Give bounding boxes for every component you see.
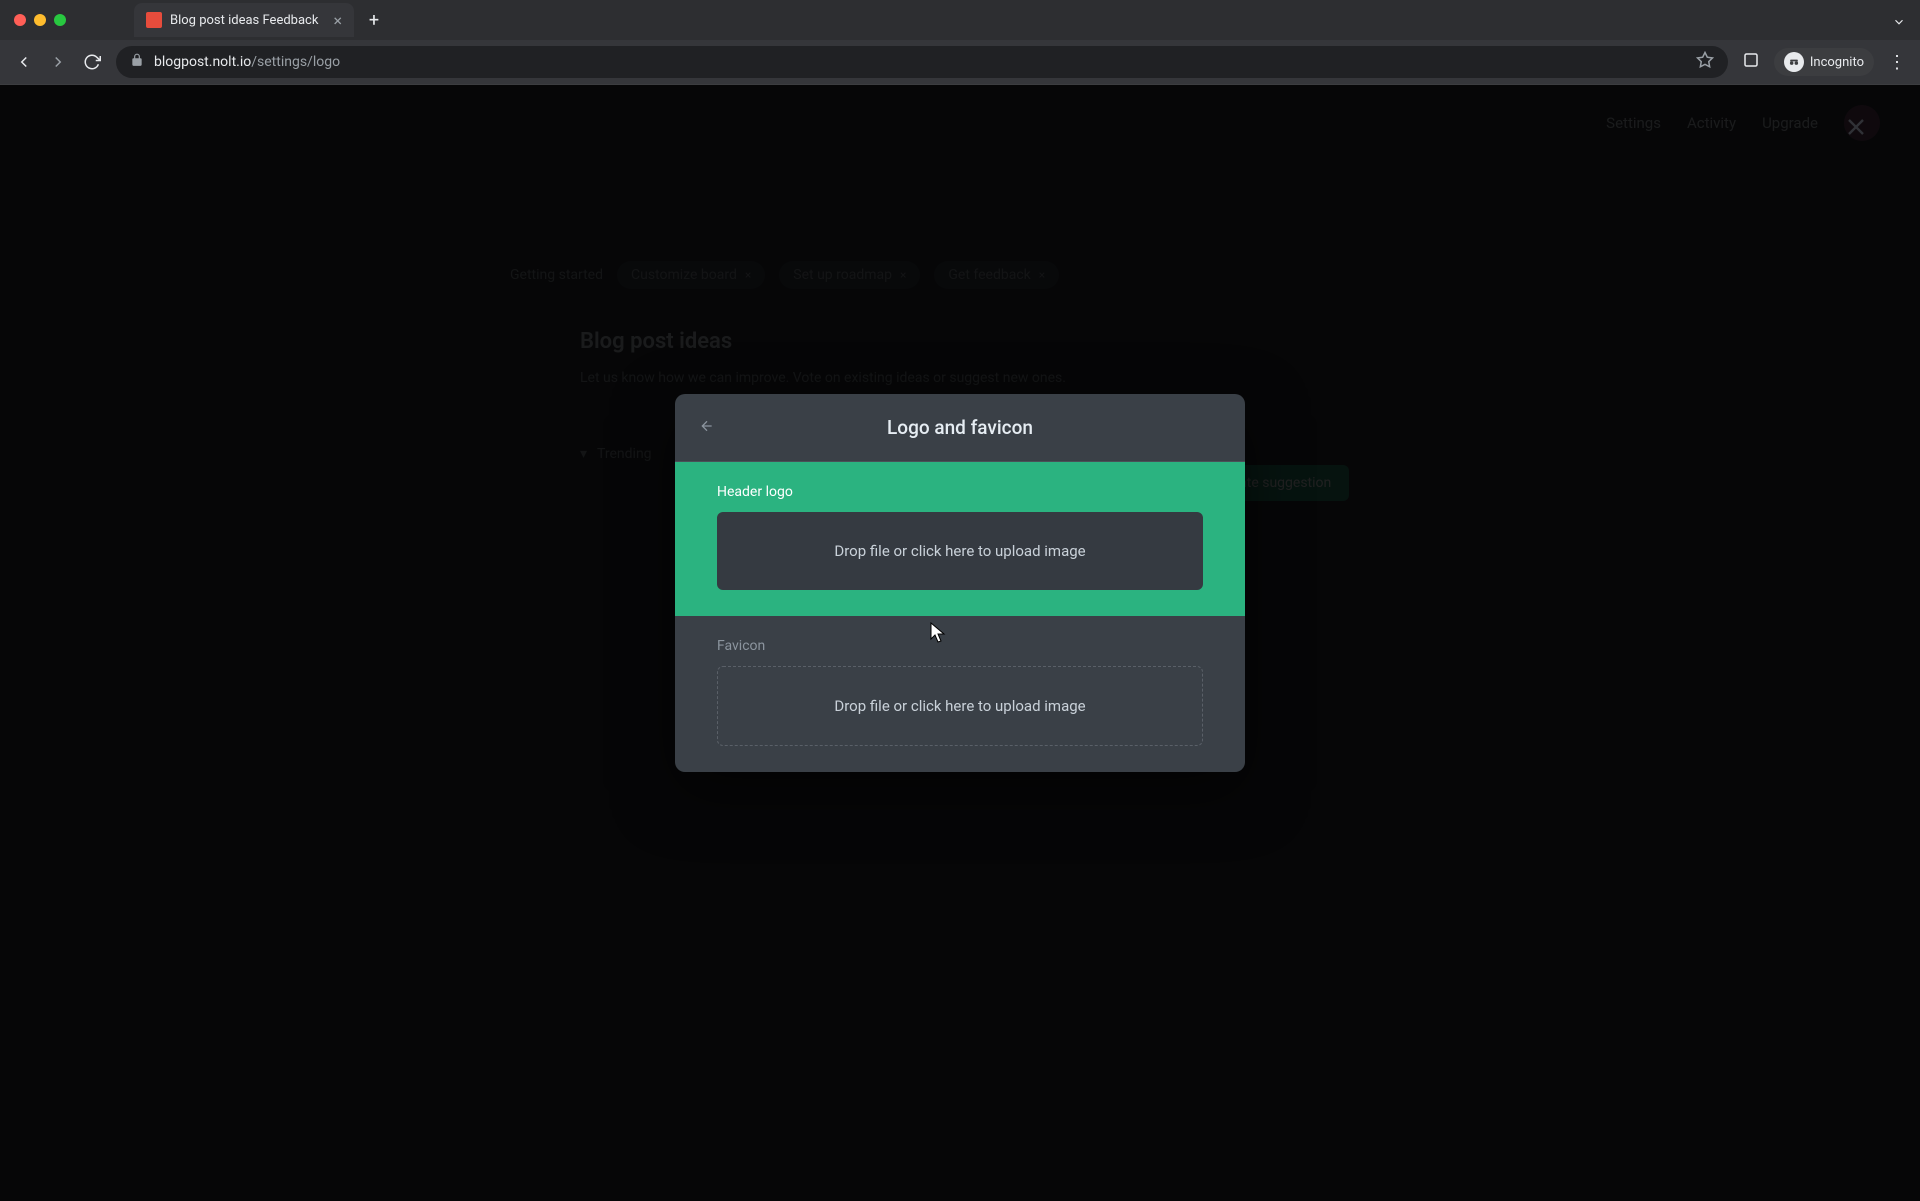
window-minimize-button[interactable] bbox=[34, 14, 46, 26]
lock-icon bbox=[130, 53, 144, 71]
modal-title: Logo and favicon bbox=[699, 416, 1221, 439]
forward-button[interactable] bbox=[48, 52, 68, 72]
toolbar-right: Incognito ⋮ bbox=[1742, 48, 1906, 76]
modal-overlay[interactable]: Logo and favicon Header logo Drop file o… bbox=[0, 85, 1920, 1201]
incognito-badge[interactable]: Incognito bbox=[1774, 48, 1874, 76]
url-path: /settings/logo bbox=[251, 54, 340, 70]
back-button[interactable] bbox=[14, 52, 34, 72]
tab-favicon-icon bbox=[146, 12, 162, 28]
app-viewport: Settings Activity Upgrade Getting starte… bbox=[0, 85, 1920, 1201]
favicon-label: Favicon bbox=[717, 638, 1203, 654]
favicon-section: Favicon Drop file or click here to uploa… bbox=[675, 616, 1245, 772]
browser-toolbar: blogpost.nolt.io/settings/logo Incognito… bbox=[0, 40, 1920, 84]
favicon-dropzone[interactable]: Drop file or click here to upload image bbox=[717, 666, 1203, 746]
extensions-icon[interactable] bbox=[1742, 51, 1760, 73]
tab-title: Blog post ideas Feedback bbox=[170, 13, 325, 28]
header-logo-dropzone[interactable]: Drop file or click here to upload image bbox=[717, 512, 1203, 590]
address-bar[interactable]: blogpost.nolt.io/settings/logo bbox=[116, 46, 1728, 78]
url-text: blogpost.nolt.io/settings/logo bbox=[154, 54, 1686, 70]
incognito-icon bbox=[1784, 52, 1804, 72]
modal-back-button[interactable] bbox=[699, 418, 715, 438]
browser-tab[interactable]: Blog post ideas Feedback × bbox=[134, 3, 354, 37]
url-host: blogpost.nolt.io bbox=[154, 54, 251, 70]
modal-header: Logo and favicon bbox=[675, 394, 1245, 462]
header-logo-label: Header logo bbox=[717, 484, 1203, 500]
bookmark-icon[interactable] bbox=[1696, 51, 1714, 73]
tabs-menu-icon[interactable] bbox=[1892, 14, 1906, 33]
tab-close-icon[interactable]: × bbox=[333, 11, 342, 30]
window-maximize-button[interactable] bbox=[54, 14, 66, 26]
new-tab-button[interactable]: + bbox=[360, 6, 388, 34]
header-logo-section: Header logo Drop file or click here to u… bbox=[675, 462, 1245, 616]
window-controls: Blog post ideas Feedback × + bbox=[0, 0, 1920, 40]
reload-button[interactable] bbox=[82, 52, 102, 72]
logo-favicon-modal: Logo and favicon Header logo Drop file o… bbox=[675, 394, 1245, 772]
browser-menu-icon[interactable]: ⋮ bbox=[1888, 52, 1906, 73]
incognito-label: Incognito bbox=[1810, 55, 1864, 70]
browser-chrome: Blog post ideas Feedback × + blogpost.no… bbox=[0, 0, 1920, 85]
tab-bar: Blog post ideas Feedback × + bbox=[134, 3, 388, 37]
window-close-button[interactable] bbox=[14, 14, 26, 26]
